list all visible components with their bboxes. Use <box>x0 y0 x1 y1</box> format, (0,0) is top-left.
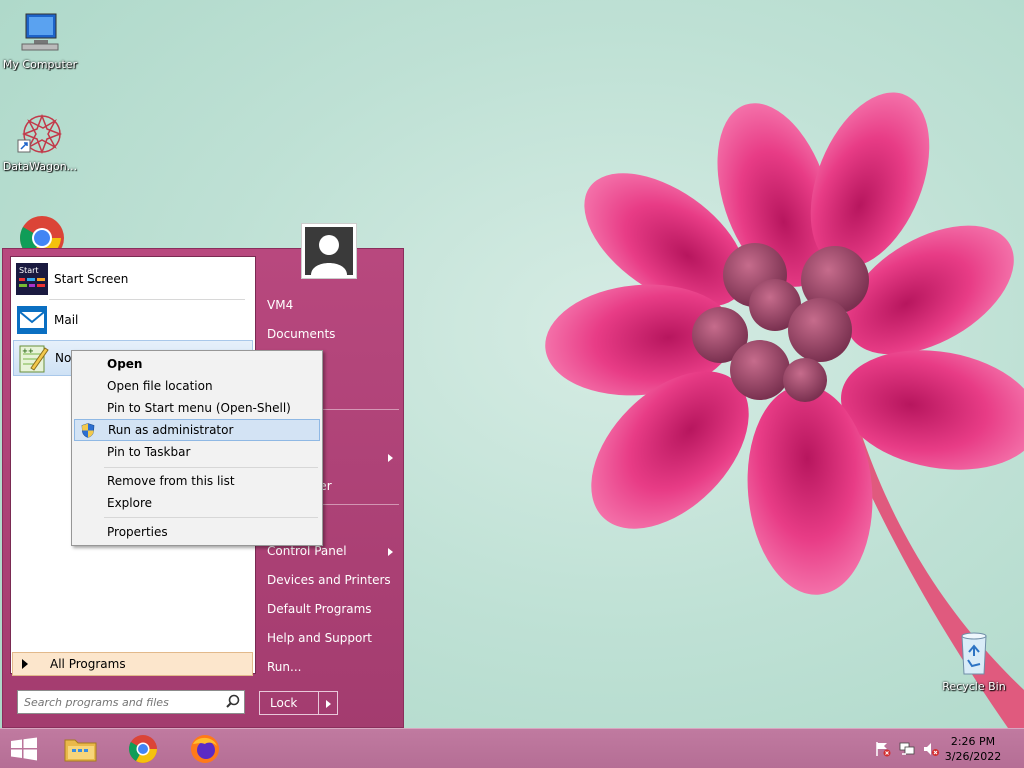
computer-icon <box>16 8 64 56</box>
start-item-run[interactable]: Run... <box>267 655 399 679</box>
taskbar: 2:26 PM 3/26/2022 <box>0 728 1024 768</box>
context-item-label: Open <box>107 357 143 371</box>
uac-shield-icon <box>81 423 95 438</box>
taskbar-firefox[interactable] <box>183 732 227 766</box>
start-item-documents[interactable]: Documents <box>267 322 399 346</box>
mail-icon <box>16 304 48 336</box>
lock-button[interactable]: Lock <box>259 691 319 715</box>
recycle-bin-icon <box>950 630 998 678</box>
context-pin-to-taskbar[interactable]: Pin to Taskbar <box>74 441 320 463</box>
start-item-default-programs[interactable]: Default Programs <box>267 597 399 621</box>
lock-label: Lock <box>270 696 298 710</box>
start-item-vm4[interactable]: VM4 <box>267 293 399 317</box>
program-start-screen[interactable]: Start Start Screen <box>13 261 253 297</box>
start-item-label: Devices and Printers <box>267 573 391 587</box>
start-screen-icon-text: Start <box>19 266 39 275</box>
context-divider <box>104 517 318 518</box>
context-item-label: Properties <box>107 525 168 539</box>
search-input[interactable] <box>18 692 222 712</box>
start-item-devices-and-printers[interactable]: Devices and Printers <box>267 568 399 592</box>
desktop-icon-label: Recycle Bin <box>942 680 1006 693</box>
start-screen-icon: Start <box>16 263 48 295</box>
desktop-icon-label: My Computer <box>2 58 78 71</box>
notepadpp-icon: ++ <box>17 342 49 374</box>
context-explore[interactable]: Explore <box>74 492 320 514</box>
context-open[interactable]: Open <box>74 353 320 375</box>
search-icon[interactable] <box>222 692 244 712</box>
context-run-as-administrator[interactable]: Run as administrator <box>74 419 320 441</box>
program-list-divider <box>49 299 245 300</box>
start-item-label: VM4 <box>267 298 294 312</box>
chrome-icon <box>128 735 157 763</box>
taskbar-clock[interactable]: 2:26 PM 3/26/2022 <box>938 734 1008 764</box>
desktop-icon-datawagon[interactable]: DataWagon... <box>0 110 80 173</box>
context-remove-from-list[interactable]: Remove from this list <box>74 470 320 492</box>
submenu-arrow-icon <box>388 454 393 462</box>
all-programs-button[interactable]: All Programs <box>12 652 253 676</box>
start-item-label: Control Panel <box>267 544 347 558</box>
firefox-icon <box>191 735 219 763</box>
taskbar-chrome[interactable] <box>121 732 165 766</box>
desktop-icon-my-computer[interactable]: My Computer <box>0 8 80 71</box>
start-item-label: Help and Support <box>267 631 372 645</box>
context-item-label: Pin to Start menu (Open-Shell) <box>107 401 291 415</box>
context-open-file-location[interactable]: Open file location <box>74 375 320 397</box>
context-pin-to-start-menu[interactable]: Pin to Start menu (Open-Shell) <box>74 397 320 419</box>
action-center-flag-icon[interactable] <box>874 741 892 757</box>
start-item-label: Documents <box>267 327 336 341</box>
program-label: Start Screen <box>54 272 129 286</box>
windows-logo-icon <box>11 737 37 761</box>
context-menu: Open Open file location Pin to Start men… <box>71 350 323 546</box>
datawagon-icon <box>16 110 64 158</box>
context-item-label: Pin to Taskbar <box>107 445 191 459</box>
clock-time: 2:26 PM <box>950 735 996 748</box>
network-icon[interactable] <box>898 741 916 757</box>
context-properties[interactable]: Properties <box>74 521 320 543</box>
expand-arrow-icon <box>22 659 28 669</box>
svg-text:++: ++ <box>22 347 34 355</box>
context-item-label: Explore <box>107 496 153 510</box>
user-picture[interactable] <box>301 223 357 279</box>
start-search-box[interactable] <box>17 690 245 714</box>
start-item-label: Default Programs <box>267 602 372 616</box>
folder-icon <box>64 739 97 762</box>
context-divider <box>104 467 318 468</box>
clock-date: 3/26/2022 <box>944 750 1002 763</box>
start-item-label: Run... <box>267 660 302 674</box>
program-label: Mail <box>54 313 79 327</box>
program-mail[interactable]: Mail <box>13 302 253 338</box>
desktop-icon-recycle-bin[interactable]: Recycle Bin <box>934 630 1014 693</box>
context-item-label: Open file location <box>107 379 213 393</box>
start-item-help-and-support[interactable]: Help and Support <box>267 626 399 650</box>
taskbar-file-explorer[interactable] <box>59 732 103 766</box>
desktop-icon-label: DataWagon... <box>2 160 78 173</box>
start-button[interactable] <box>2 732 46 766</box>
context-item-label: Remove from this list <box>107 474 235 488</box>
submenu-arrow-icon <box>388 548 393 556</box>
user-avatar-icon <box>305 227 353 275</box>
all-programs-label: All Programs <box>50 657 126 671</box>
shutdown-options-arrow[interactable] <box>318 691 338 715</box>
context-item-label: Run as administrator <box>108 423 234 437</box>
